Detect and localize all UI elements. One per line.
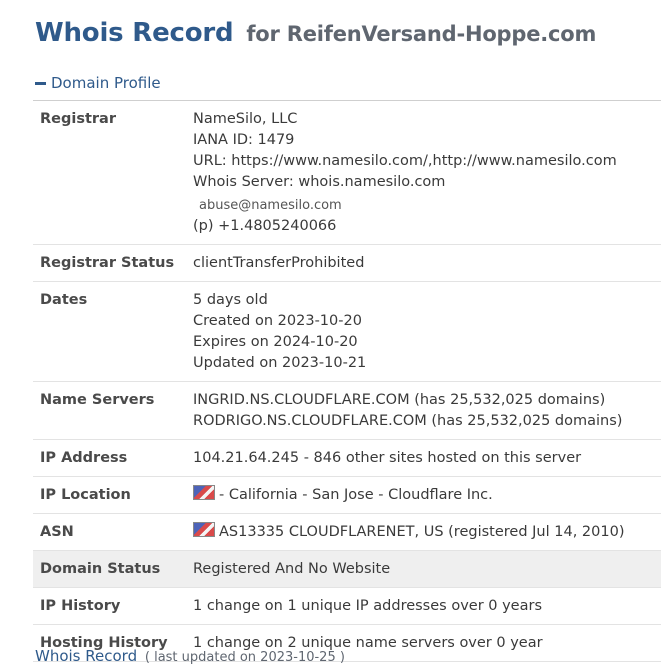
row-value[interactable]: 1 change on 1 unique IP addresses over 0… xyxy=(193,587,661,625)
section-label: Domain Profile xyxy=(51,74,161,92)
registrar-url: URL: https://www.namesilo.com/,http://ww… xyxy=(193,153,617,169)
name-server-2: RODRIGO.NS.CLOUDFLARE.COM (has 25,532,02… xyxy=(193,413,623,429)
row-label: Dates xyxy=(33,281,193,382)
row-label: Name Servers xyxy=(33,381,193,440)
domain-profile-table: Registrar NameSilo, LLC IANA ID: 1479 UR… xyxy=(33,101,661,662)
domain-profile-toggle[interactable]: Domain Profile xyxy=(35,74,161,92)
row-ip-address: IP Address 104.21.64.245 - 846 other sit… xyxy=(33,439,661,477)
registrar-whois-server: Whois Server: whois.namesilo.com xyxy=(193,174,446,190)
row-label: IP Location xyxy=(33,476,193,514)
registrar-name: NameSilo, LLC xyxy=(193,111,298,127)
us-flag-icon xyxy=(193,522,215,537)
last-updated-note: ( last updated on 2023-10-25 ) xyxy=(144,650,345,665)
row-label: Registrar Status xyxy=(33,244,193,282)
registrar-phone: (p) +1.4805240066 xyxy=(193,218,337,234)
registrar-iana: IANA ID: 1479 xyxy=(193,132,295,148)
row-value: Registered And No Website xyxy=(193,550,661,588)
row-value: 5 days old Created on 2023-10-20 Expires… xyxy=(193,281,661,382)
row-asn: ASN AS13335 CLOUDFLARENET, US (registere… xyxy=(33,513,661,551)
row-value: NameSilo, LLC IANA ID: 1479 URL: https:/… xyxy=(193,101,661,245)
minus-icon xyxy=(35,81,46,85)
name-server-1: INGRID.NS.CLOUDFLARE.COM (has 25,532,025… xyxy=(193,392,606,408)
row-domain-status: Domain Status Registered And No Website xyxy=(33,550,661,588)
registrar-email: abuse@namesilo.com xyxy=(199,198,342,213)
whois-record-link[interactable]: Whois Record xyxy=(35,647,137,665)
asn-text: AS13335 CLOUDFLARENET, US (registered Ju… xyxy=(219,524,625,540)
domain-age: 5 days old xyxy=(193,292,268,308)
row-value: - California - San Jose - Cloudflare Inc… xyxy=(193,476,661,514)
whois-record-footer: Whois Record ( last updated on 2023-10-2… xyxy=(35,647,345,665)
row-value: 104.21.64.245 - 846 other sites hosted o… xyxy=(193,439,661,477)
ip-location-text: - California - San Jose - Cloudflare Inc… xyxy=(219,487,493,503)
row-value: clientTransferProhibited xyxy=(193,244,661,282)
row-name-servers: Name Servers INGRID.NS.CLOUDFLARE.COM (h… xyxy=(33,381,661,440)
row-label: IP History xyxy=(33,587,193,625)
row-value: AS13335 CLOUDFLARENET, US (registered Ju… xyxy=(193,513,661,551)
row-value: INGRID.NS.CLOUDFLARE.COM (has 25,532,025… xyxy=(193,381,661,440)
row-registrar: Registrar NameSilo, LLC IANA ID: 1479 UR… xyxy=(33,101,661,245)
row-ip-history: IP History 1 change on 1 unique IP addre… xyxy=(33,587,661,625)
us-flag-icon xyxy=(193,485,215,500)
updated-date: Updated on 2023-10-21 xyxy=(193,355,367,371)
row-label: ASN xyxy=(33,513,193,551)
page-title-main: Whois Record xyxy=(35,18,234,48)
page-title: Whois Record for ReifenVersand-Hoppe.com xyxy=(35,18,596,48)
row-registrar-status: Registrar Status clientTransferProhibite… xyxy=(33,244,661,282)
row-dates: Dates 5 days old Created on 2023-10-20 E… xyxy=(33,281,661,382)
page-title-domain: for ReifenVersand-Hoppe.com xyxy=(246,22,597,46)
row-label: Domain Status xyxy=(33,550,193,588)
created-date: Created on 2023-10-20 xyxy=(193,313,362,329)
row-label: Registrar xyxy=(33,101,193,245)
row-ip-location: IP Location - California - San Jose - Cl… xyxy=(33,476,661,514)
expires-date: Expires on 2024-10-20 xyxy=(193,334,358,350)
row-label: IP Address xyxy=(33,439,193,477)
